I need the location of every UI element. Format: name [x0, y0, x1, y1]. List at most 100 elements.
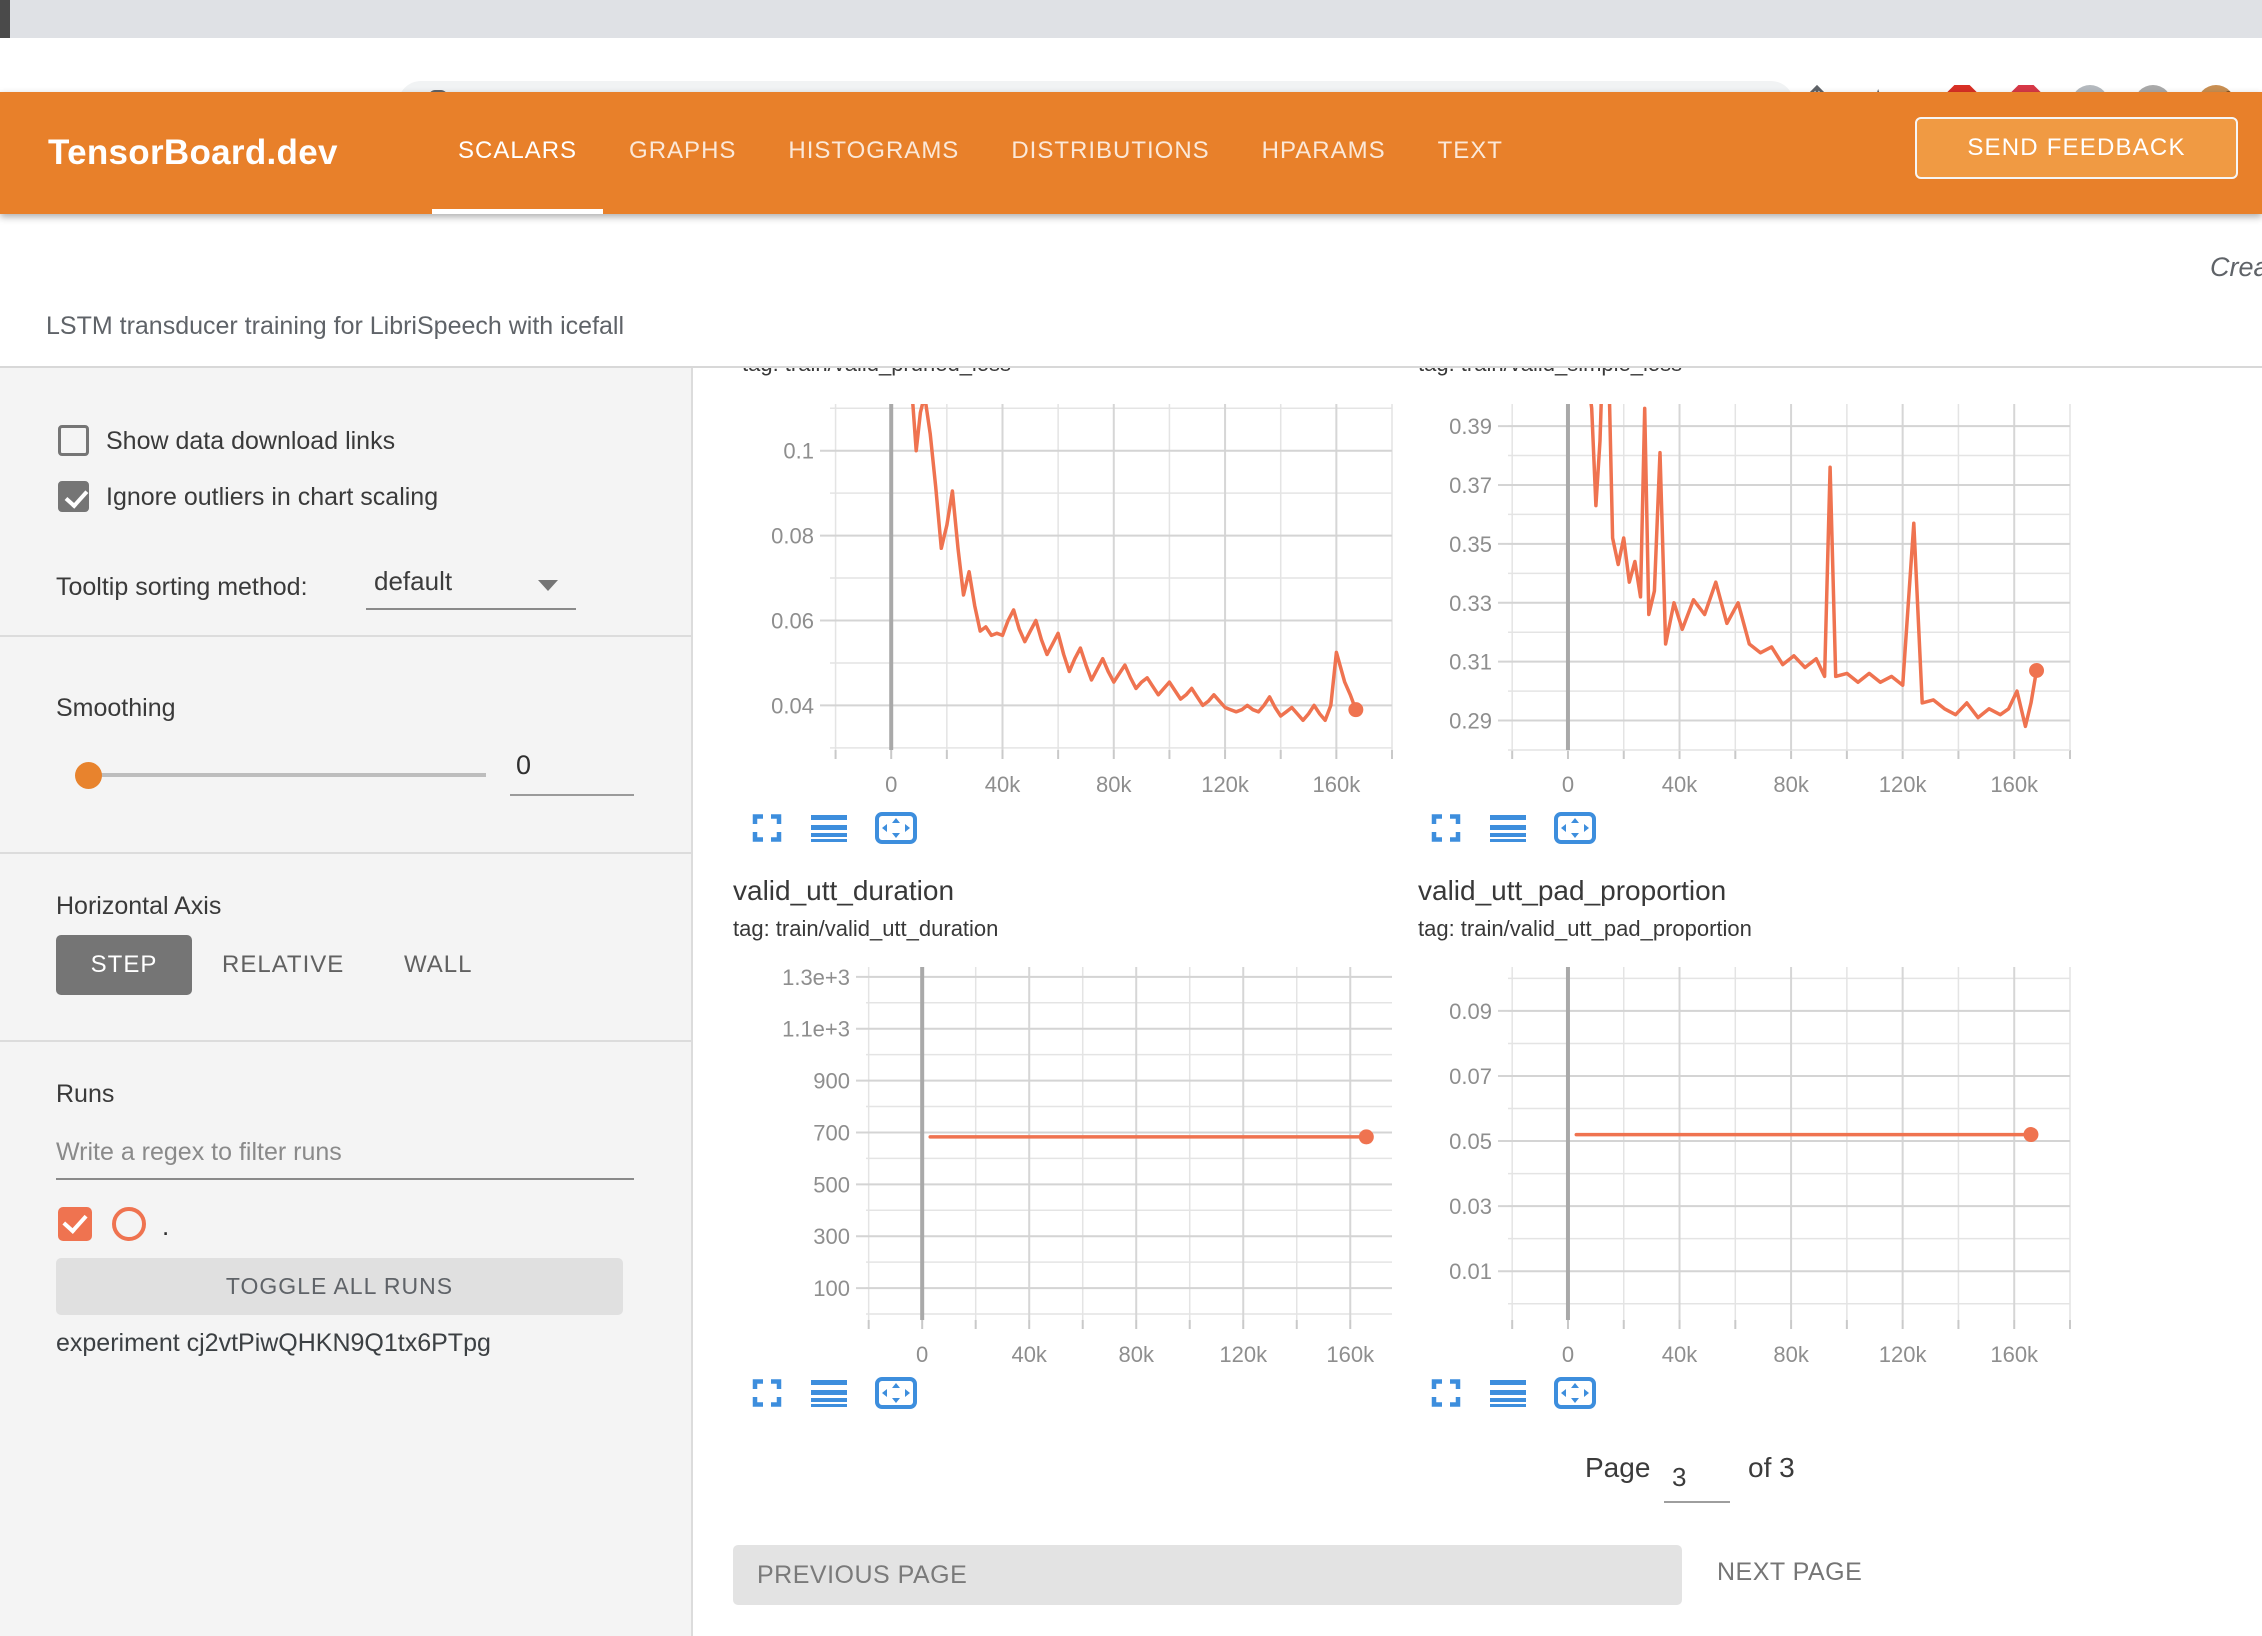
runs-filter-input[interactable]: Write a regex to filter runs: [56, 1134, 634, 1180]
svg-text:900: 900: [813, 1069, 850, 1094]
browser-tab-strip: [0, 0, 2262, 38]
run-name: .: [162, 1211, 169, 1242]
fit-domain-icon[interactable]: [875, 812, 917, 844]
svg-text:40k: 40k: [1662, 1342, 1698, 1367]
svg-text:0.1: 0.1: [783, 439, 814, 464]
chart-valid-simple-loss[interactable]: 040k80k120k160k0.390.370.350.330.310.29: [1508, 404, 2070, 815]
tab-hparams[interactable]: HPARAMS: [1236, 92, 1412, 214]
smoothing-value-input[interactable]: 0: [510, 748, 634, 796]
chart4-toolbar: [1430, 1377, 1596, 1409]
svg-text:0: 0: [916, 1342, 928, 1367]
svg-text:100: 100: [813, 1276, 850, 1301]
horizontal-axis-label: Horizontal Axis: [56, 892, 221, 921]
svg-text:80k: 80k: [1096, 772, 1132, 797]
show-download-links-checkbox[interactable]: [58, 425, 89, 456]
smoothing-slider-thumb[interactable]: [75, 762, 102, 789]
chart2-toolbar: [1430, 812, 1596, 844]
ignore-outliers-checkbox[interactable]: [58, 481, 89, 512]
created-text-fragment: Crea: [2210, 252, 2262, 283]
svg-text:0.35: 0.35: [1449, 532, 1492, 557]
svg-text:0.03: 0.03: [1449, 1194, 1492, 1219]
smoothing-label: Smoothing: [56, 694, 176, 723]
chart-valid-utt-duration[interactable]: 040k80k120k160k1.3e+31.1e+39007005003001…: [866, 967, 1392, 1385]
page-of-label: of 3: [1748, 1452, 1795, 1484]
chart1-toolbar: [751, 812, 917, 844]
svg-text:500: 500: [813, 1172, 850, 1197]
svg-text:0: 0: [1562, 1342, 1574, 1367]
run-checkbox[interactable]: [58, 1207, 92, 1241]
chart4-tag: tag: train/valid_utt_pad_proportion: [1418, 916, 1752, 942]
chart3-toolbar: [751, 1377, 917, 1409]
log-scale-icon[interactable]: [811, 1378, 847, 1408]
svg-text:120k: 120k: [1879, 772, 1928, 797]
svg-text:80k: 80k: [1773, 1342, 1809, 1367]
expand-chart-icon[interactable]: [1430, 813, 1462, 843]
tooltip-sorting-select[interactable]: default: [366, 564, 576, 610]
chart-valid-utt-pad-proportion[interactable]: 040k80k120k160k0.090.070.050.030.01: [1508, 967, 2070, 1385]
svg-text:1.3e+3: 1.3e+3: [782, 965, 850, 990]
svg-text:120k: 120k: [1219, 1342, 1268, 1367]
svg-text:0.01: 0.01: [1449, 1259, 1492, 1284]
svg-text:700: 700: [813, 1120, 850, 1145]
window-edge: [0, 0, 10, 38]
chevron-down-icon: [538, 580, 558, 591]
ignore-outliers-label: Ignore outliers in chart scaling: [106, 483, 438, 512]
chart-canvas[interactable]: 040k80k120k160k0.10.080.060.04: [830, 404, 1392, 810]
svg-text:120k: 120k: [1879, 1342, 1928, 1367]
svg-text:0.07: 0.07: [1449, 1064, 1492, 1089]
svg-text:160k: 160k: [1990, 1342, 2039, 1367]
fit-domain-icon[interactable]: [875, 1377, 917, 1409]
tab-distributions[interactable]: DISTRIBUTIONS: [985, 92, 1235, 214]
chart-valid-pruned-loss[interactable]: 040k80k120k160k0.10.080.060.04: [830, 404, 1392, 815]
expand-chart-icon[interactable]: [1430, 1378, 1462, 1408]
tab-graphs[interactable]: GRAPHS: [603, 92, 762, 214]
svg-text:160k: 160k: [1990, 772, 2039, 797]
log-scale-icon[interactable]: [1490, 1378, 1526, 1408]
sidebar-divider: [0, 635, 693, 637]
svg-text:40k: 40k: [1011, 1342, 1047, 1367]
svg-text:40k: 40k: [985, 772, 1021, 797]
log-scale-icon[interactable]: [1490, 813, 1526, 843]
axis-relative-button[interactable]: RELATIVE: [222, 935, 344, 995]
chart2-tag-clipped: tag: train/valid_simple_loss: [1418, 368, 1938, 394]
sidebar-divider: [0, 1040, 693, 1042]
runs-label: Runs: [56, 1080, 114, 1109]
svg-text:80k: 80k: [1773, 772, 1809, 797]
chart3-tag: tag: train/valid_utt_duration: [733, 916, 998, 942]
nav-tabs: SCALARSGRAPHSHISTOGRAMSDISTRIBUTIONSHPAR…: [432, 92, 1529, 214]
send-feedback-button[interactable]: SEND FEEDBACK: [1915, 117, 2238, 179]
run-color-circle-icon[interactable]: [112, 1207, 146, 1241]
toggle-all-runs-button[interactable]: TOGGLE ALL RUNS: [56, 1258, 623, 1315]
svg-text:0.31: 0.31: [1449, 650, 1492, 675]
tab-text[interactable]: TEXT: [1412, 92, 1529, 214]
svg-text:0.08: 0.08: [771, 524, 814, 549]
brand-logo[interactable]: TensorBoard.dev: [48, 92, 338, 214]
chart-canvas[interactable]: 040k80k120k160k0.090.070.050.030.01: [1508, 967, 2070, 1380]
expand-chart-icon[interactable]: [751, 1378, 783, 1408]
fit-domain-icon[interactable]: [1554, 1377, 1596, 1409]
page-number-input[interactable]: 3: [1664, 1458, 1730, 1503]
tensorboard-page: ← → ↻ ⌂ tensorboard.dev/experiment/cj2vt…: [0, 0, 2262, 1636]
svg-text:0.09: 0.09: [1449, 999, 1492, 1024]
chart-canvas[interactable]: 040k80k120k160k1.3e+31.1e+39007005003001…: [866, 967, 1392, 1380]
next-page-button[interactable]: NEXT PAGE: [1717, 1558, 1862, 1587]
previous-page-button[interactable]: PREVIOUS PAGE: [733, 1545, 1682, 1605]
smoothing-slider-track[interactable]: [100, 773, 486, 777]
settings-sidebar: Show data download links Ignore outliers…: [0, 368, 693, 1636]
svg-text:0.33: 0.33: [1449, 591, 1492, 616]
svg-text:0.39: 0.39: [1449, 414, 1492, 439]
tab-scalars[interactable]: SCALARS: [432, 92, 603, 214]
svg-text:160k: 160k: [1312, 772, 1361, 797]
svg-text:0.29: 0.29: [1449, 709, 1492, 734]
tab-histograms[interactable]: HISTOGRAMS: [762, 92, 985, 214]
axis-step-button[interactable]: STEP: [56, 935, 192, 995]
fit-domain-icon[interactable]: [1554, 812, 1596, 844]
svg-text:0: 0: [885, 772, 897, 797]
svg-text:300: 300: [813, 1224, 850, 1249]
chart-canvas[interactable]: 040k80k120k160k0.390.370.350.330.310.29: [1508, 404, 2070, 810]
tooltip-sorting-value: default: [374, 566, 452, 597]
axis-wall-button[interactable]: WALL: [404, 935, 472, 995]
expand-chart-icon[interactable]: [751, 813, 783, 843]
browser-toolbar: ← → ↻ ⌂ tensorboard.dev/experiment/cj2vt…: [0, 38, 2262, 92]
log-scale-icon[interactable]: [811, 813, 847, 843]
